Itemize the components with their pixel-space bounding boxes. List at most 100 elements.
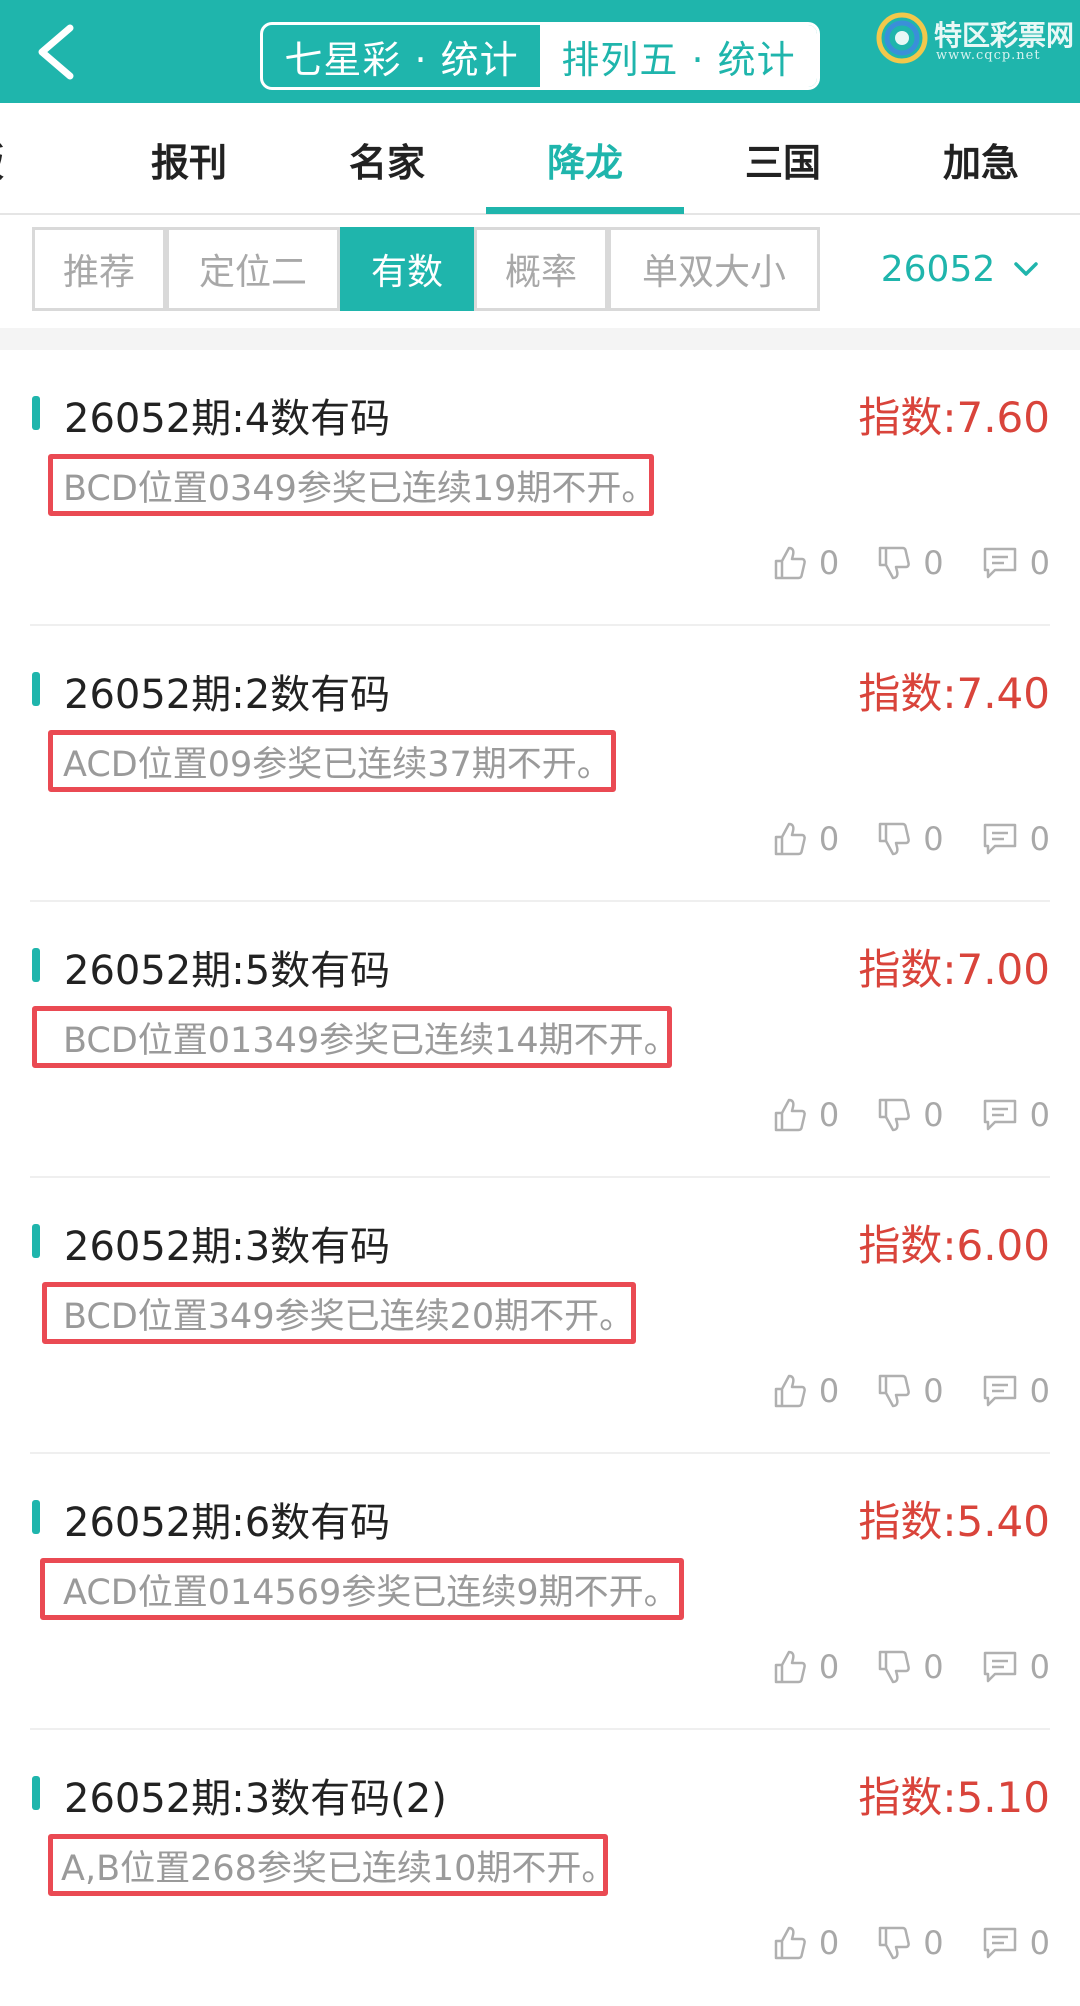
item-description: ACD位置09参奖已连续37期不开。: [48, 730, 616, 792]
like-count: 0: [818, 544, 840, 582]
item-description: ACD位置014569参奖已连续9期不开。: [40, 1558, 684, 1620]
like-button[interactable]: 0: [773, 1096, 839, 1134]
filter-bar: 推荐 定位二 有数 概率 单双大小 26052: [0, 215, 1080, 327]
thumbs-down-icon: [879, 546, 911, 580]
filter-chip-dingwei[interactable]: 定位二: [166, 227, 340, 311]
nav-tab-mingjia[interactable]: 名家: [288, 103, 486, 215]
item-actions: 0 0 0: [735, 816, 1050, 862]
list-item[interactable]: 26052期:4数有码 指数:7.60 BCD位置0349参奖已连续19期不开。…: [0, 350, 1080, 626]
comment-button[interactable]: 0: [982, 544, 1050, 582]
item-actions: 0 0 0: [735, 1368, 1050, 1414]
category-nav: 版 报刊 名家 降龙 三国 加急: [0, 103, 1080, 215]
comment-button[interactable]: 0: [982, 1096, 1050, 1134]
thumbs-up-icon: [774, 546, 806, 580]
filter-chip-gailv[interactable]: 概率: [474, 227, 608, 311]
thumbs-down-icon: [879, 1098, 911, 1132]
thumbs-down-icon: [879, 1374, 911, 1408]
list-item[interactable]: 26052期:3数有码(2) 指数:5.10 A,B位置268参奖已连续10期不…: [0, 1730, 1080, 2006]
thumbs-down-icon: [879, 1926, 911, 1960]
item-description: BCD位置0349参奖已连续19期不开。: [48, 454, 656, 516]
title-marker: [32, 1500, 40, 1534]
nav-tab-partial[interactable]: 版: [0, 103, 30, 215]
like-button[interactable]: 0: [773, 1372, 839, 1410]
thumbs-up-icon: [774, 822, 806, 856]
comment-button[interactable]: 0: [982, 820, 1050, 858]
dislike-button[interactable]: 0: [877, 1372, 944, 1410]
comment-count: 0: [1029, 1648, 1050, 1686]
comment-icon: [983, 1375, 1016, 1407]
comment-count: 0: [1029, 1924, 1050, 1962]
comment-button[interactable]: 0: [982, 1648, 1050, 1686]
period-value: 26052: [880, 248, 996, 290]
dislike-count: 0: [923, 1648, 944, 1686]
like-count: 0: [818, 1924, 840, 1962]
thumbs-down-icon: [879, 822, 911, 856]
dislike-button[interactable]: 0: [877, 1648, 944, 1686]
thumbs-down-icon: [879, 1650, 911, 1684]
list-item[interactable]: 26052期:6数有码 指数:5.40 ACD位置014569参奖已连续9期不开…: [0, 1454, 1080, 1730]
item-actions: 0 0 0: [735, 1644, 1050, 1690]
like-button[interactable]: 0: [773, 1924, 839, 1962]
item-description: A,B位置268参奖已连续10期不开。: [48, 1834, 616, 1896]
like-button[interactable]: 0: [773, 544, 839, 582]
nav-tab-jiaji[interactable]: 加急: [882, 103, 1080, 215]
item-actions: 0 0 0: [735, 1920, 1050, 1966]
title-marker: [32, 1776, 40, 1810]
stat-list: 26052期:4数有码 指数:7.60 BCD位置0349参奖已连续19期不开。…: [0, 350, 1080, 2006]
comment-button[interactable]: 0: [982, 1924, 1050, 1962]
dislike-button[interactable]: 0: [877, 544, 944, 582]
section-gap: [0, 328, 1080, 350]
nav-tab-xianglong[interactable]: 降龙: [486, 103, 684, 215]
item-title: 26052期:2数有码: [64, 672, 391, 718]
comment-icon: [983, 1099, 1016, 1131]
item-title: 26052期:3数有码(2): [64, 1776, 447, 1822]
title-marker: [32, 1224, 40, 1258]
comment-button[interactable]: 0: [982, 1372, 1050, 1410]
list-item[interactable]: 26052期:5数有码 指数:7.00 BCD位置01349参奖已连续14期不开…: [0, 902, 1080, 1178]
item-actions: 0 0 0: [735, 1092, 1050, 1138]
nav-tab-sanguo[interactable]: 三国: [684, 103, 882, 215]
comment-icon: [983, 1927, 1016, 1959]
nav-tab-baokan[interactable]: 报刊: [90, 103, 288, 215]
active-tab-indicator: [486, 207, 684, 214]
like-button[interactable]: 0: [773, 820, 839, 858]
app-header: 七星彩 · 统计 排列五 · 统计 特区彩票网 www.cqcp.net: [0, 0, 1080, 103]
list-item[interactable]: 26052期:3数有码 指数:6.00 BCD位置349参奖已连续20期不开。 …: [0, 1178, 1080, 1454]
item-index: 指数:5.10: [858, 1773, 1050, 1822]
comment-icon: [983, 823, 1016, 855]
lottery-segment-control: 七星彩 · 统计 排列五 · 统计: [260, 22, 820, 90]
like-count: 0: [818, 1648, 840, 1686]
dislike-count: 0: [923, 1924, 944, 1962]
item-actions: 0 0 0: [735, 540, 1050, 586]
thumbs-up-icon: [774, 1374, 806, 1408]
back-button[interactable]: [24, 18, 88, 86]
comment-count: 0: [1029, 1372, 1050, 1410]
item-index: 指数:5.40: [858, 1497, 1050, 1546]
filter-chip-tuijian[interactable]: 推荐: [32, 227, 166, 311]
dislike-count: 0: [923, 1096, 944, 1134]
logo-url: www.cqcp.net: [936, 48, 1041, 63]
list-item[interactable]: 26052期:2数有码 指数:7.40 ACD位置09参奖已连续37期不开。 0…: [0, 626, 1080, 902]
dislike-button[interactable]: 0: [877, 1096, 944, 1134]
dislike-count: 0: [923, 544, 944, 582]
item-description: BCD位置349参奖已连续20期不开。: [42, 1282, 636, 1344]
dislike-button[interactable]: 0: [877, 820, 944, 858]
comment-icon: [983, 1651, 1016, 1683]
like-count: 0: [818, 1096, 840, 1134]
like-button[interactable]: 0: [773, 1648, 839, 1686]
thumbs-up-icon: [774, 1650, 806, 1684]
site-logo: 特区彩票网 www.cqcp.net: [876, 8, 1076, 68]
filter-chip-danshuang[interactable]: 单双大小: [608, 227, 820, 311]
comment-icon: [983, 547, 1016, 579]
dislike-button[interactable]: 0: [877, 1924, 944, 1962]
like-count: 0: [818, 820, 840, 858]
comment-count: 0: [1029, 820, 1050, 858]
comment-count: 0: [1029, 1096, 1050, 1134]
seg-tab-pailiewu[interactable]: 排列五 · 统计: [540, 25, 817, 87]
item-title: 26052期:3数有码: [64, 1224, 391, 1270]
filter-chip-youshu[interactable]: 有数: [340, 227, 474, 311]
item-title: 26052期:5数有码: [64, 948, 391, 994]
seg-tab-qixingcai[interactable]: 七星彩 · 统计: [263, 25, 540, 87]
title-marker: [32, 948, 40, 982]
period-select[interactable]: 26052: [860, 227, 1060, 311]
